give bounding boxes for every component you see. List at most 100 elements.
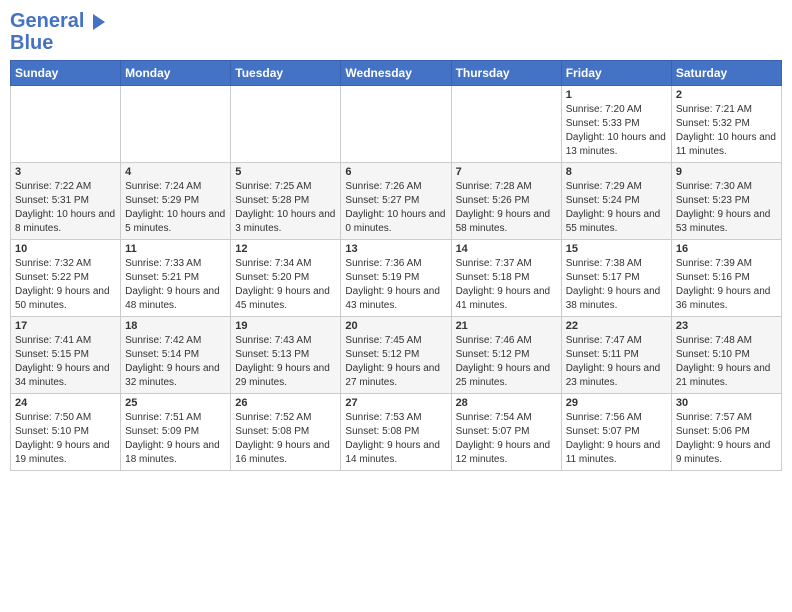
- day-info: Sunrise: 7:34 AM Sunset: 5:20 PM Dayligh…: [235, 257, 336, 313]
- calendar-cell: 2 Sunrise: 7:21 AM Sunset: 5:32 PM Daylig…: [671, 86, 781, 163]
- day-number: 20: [345, 320, 446, 332]
- day-number: 3: [15, 166, 116, 178]
- calendar-cell: 22 Sunrise: 7:47 AM Sunset: 5:11 PM Dayli…: [561, 317, 671, 394]
- calendar-cell: 28 Sunrise: 7:54 AM Sunset: 5:07 PM Dayli…: [451, 394, 561, 471]
- logo-blue: Blue: [10, 32, 105, 54]
- day-info: Sunrise: 7:52 AM Sunset: 5:08 PM Dayligh…: [235, 411, 336, 467]
- calendar-cell: 15 Sunrise: 7:38 AM Sunset: 5:17 PM Dayli…: [561, 240, 671, 317]
- day-info: Sunrise: 7:54 AM Sunset: 5:07 PM Dayligh…: [456, 411, 557, 467]
- calendar-cell: [341, 86, 451, 163]
- day-number: 12: [235, 243, 336, 255]
- day-info: Sunrise: 7:50 AM Sunset: 5:10 PM Dayligh…: [15, 411, 116, 467]
- day-info: Sunrise: 7:46 AM Sunset: 5:12 PM Dayligh…: [456, 334, 557, 390]
- day-info: Sunrise: 7:21 AM Sunset: 5:32 PM Dayligh…: [676, 103, 777, 159]
- calendar-cell: 5Sunrise: 7:25 AM Sunset: 5:28 PM Daylig…: [231, 163, 341, 240]
- day-info: Sunrise: 7:47 AM Sunset: 5:11 PM Dayligh…: [566, 334, 667, 390]
- calendar-body: 1 Sunrise: 7:20 AM Sunset: 5:33 PM Daylig…: [11, 86, 782, 471]
- calendar-cell: 17 Sunrise: 7:41 AM Sunset: 5:15 PM Dayli…: [11, 317, 121, 394]
- day-number: 6: [345, 166, 446, 178]
- day-number: 22: [566, 320, 667, 332]
- calendar-cell: 29 Sunrise: 7:56 AM Sunset: 5:07 PM Dayli…: [561, 394, 671, 471]
- calendar-week-3: 10 Sunrise: 7:32 AM Sunset: 5:22 PM Dayli…: [11, 240, 782, 317]
- day-number: 17: [15, 320, 116, 332]
- day-info: Sunrise: 7:20 AM Sunset: 5:33 PM Dayligh…: [566, 103, 667, 159]
- weekday-header-thursday: Thursday: [451, 61, 561, 86]
- calendar-cell: [451, 86, 561, 163]
- day-number: 27: [345, 397, 446, 409]
- day-number: 15: [566, 243, 667, 255]
- calendar-cell: [11, 86, 121, 163]
- calendar-cell: 6Sunrise: 7:26 AM Sunset: 5:27 PM Daylig…: [341, 163, 451, 240]
- calendar-cell: 7 Sunrise: 7:28 AM Sunset: 5:26 PM Daylig…: [451, 163, 561, 240]
- calendar-cell: 23 Sunrise: 7:48 AM Sunset: 5:10 PM Dayli…: [671, 317, 781, 394]
- calendar-cell: 30Sunrise: 7:57 AM Sunset: 5:06 PM Dayli…: [671, 394, 781, 471]
- calendar-week-2: 3 Sunrise: 7:22 AM Sunset: 5:31 PM Daylig…: [11, 163, 782, 240]
- day-info: Sunrise: 7:24 AM Sunset: 5:29 PM Dayligh…: [125, 180, 226, 236]
- day-info: Sunrise: 7:25 AM Sunset: 5:28 PM Dayligh…: [235, 180, 336, 236]
- day-info: Sunrise: 7:43 AM Sunset: 5:13 PM Dayligh…: [235, 334, 336, 390]
- calendar-cell: 19 Sunrise: 7:43 AM Sunset: 5:13 PM Dayli…: [231, 317, 341, 394]
- day-number: 10: [15, 243, 116, 255]
- calendar-cell: 1 Sunrise: 7:20 AM Sunset: 5:33 PM Daylig…: [561, 86, 671, 163]
- day-number: 23: [676, 320, 777, 332]
- calendar-cell: 16 Sunrise: 7:39 AM Sunset: 5:16 PM Dayli…: [671, 240, 781, 317]
- logo-arrow-icon: [93, 14, 105, 30]
- day-info: Sunrise: 7:48 AM Sunset: 5:10 PM Dayligh…: [676, 334, 777, 390]
- day-number: 26: [235, 397, 336, 409]
- calendar-cell: 25Sunrise: 7:51 AM Sunset: 5:09 PM Dayli…: [121, 394, 231, 471]
- calendar-cell: 27Sunrise: 7:53 AM Sunset: 5:08 PM Dayli…: [341, 394, 451, 471]
- weekday-header-tuesday: Tuesday: [231, 61, 341, 86]
- day-info: Sunrise: 7:30 AM Sunset: 5:23 PM Dayligh…: [676, 180, 777, 236]
- calendar-cell: 3 Sunrise: 7:22 AM Sunset: 5:31 PM Daylig…: [11, 163, 121, 240]
- day-number: 19: [235, 320, 336, 332]
- day-number: 1: [566, 89, 667, 101]
- day-number: 4: [125, 166, 226, 178]
- calendar-header: SundayMondayTuesdayWednesdayThursdayFrid…: [11, 61, 782, 86]
- calendar-cell: 18 Sunrise: 7:42 AM Sunset: 5:14 PM Dayli…: [121, 317, 231, 394]
- day-number: 29: [566, 397, 667, 409]
- day-info: Sunrise: 7:29 AM Sunset: 5:24 PM Dayligh…: [566, 180, 667, 236]
- calendar-cell: 10 Sunrise: 7:32 AM Sunset: 5:22 PM Dayli…: [11, 240, 121, 317]
- day-info: Sunrise: 7:32 AM Sunset: 5:22 PM Dayligh…: [15, 257, 116, 313]
- day-info: Sunrise: 7:36 AM Sunset: 5:19 PM Dayligh…: [345, 257, 446, 313]
- day-info: Sunrise: 7:45 AM Sunset: 5:12 PM Dayligh…: [345, 334, 446, 390]
- day-number: 16: [676, 243, 777, 255]
- day-number: 2: [676, 89, 777, 101]
- day-number: 24: [15, 397, 116, 409]
- day-number: 28: [456, 397, 557, 409]
- weekday-header-saturday: Saturday: [671, 61, 781, 86]
- calendar-week-5: 24 Sunrise: 7:50 AM Sunset: 5:10 PM Dayli…: [11, 394, 782, 471]
- calendar-cell: [231, 86, 341, 163]
- page-header: General Blue: [10, 10, 782, 54]
- calendar-cell: 26 Sunrise: 7:52 AM Sunset: 5:08 PM Dayli…: [231, 394, 341, 471]
- calendar-cell: 14Sunrise: 7:37 AM Sunset: 5:18 PM Dayli…: [451, 240, 561, 317]
- calendar-cell: 13Sunrise: 7:36 AM Sunset: 5:19 PM Dayli…: [341, 240, 451, 317]
- logo-text: General: [10, 10, 105, 32]
- calendar-table: SundayMondayTuesdayWednesdayThursdayFrid…: [10, 60, 782, 471]
- day-number: 14: [456, 243, 557, 255]
- day-info: Sunrise: 7:22 AM Sunset: 5:31 PM Dayligh…: [15, 180, 116, 236]
- day-info: Sunrise: 7:38 AM Sunset: 5:17 PM Dayligh…: [566, 257, 667, 313]
- weekday-header-friday: Friday: [561, 61, 671, 86]
- calendar-week-4: 17 Sunrise: 7:41 AM Sunset: 5:15 PM Dayli…: [11, 317, 782, 394]
- calendar-cell: 9 Sunrise: 7:30 AM Sunset: 5:23 PM Daylig…: [671, 163, 781, 240]
- weekday-header-wednesday: Wednesday: [341, 61, 451, 86]
- calendar-cell: 12 Sunrise: 7:34 AM Sunset: 5:20 PM Dayli…: [231, 240, 341, 317]
- day-info: Sunrise: 7:57 AM Sunset: 5:06 PM Dayligh…: [676, 411, 777, 467]
- day-info: Sunrise: 7:41 AM Sunset: 5:15 PM Dayligh…: [15, 334, 116, 390]
- day-info: Sunrise: 7:39 AM Sunset: 5:16 PM Dayligh…: [676, 257, 777, 313]
- day-number: 7: [456, 166, 557, 178]
- day-info: Sunrise: 7:51 AM Sunset: 5:09 PM Dayligh…: [125, 411, 226, 467]
- day-number: 18: [125, 320, 226, 332]
- day-number: 9: [676, 166, 777, 178]
- weekday-header-row: SundayMondayTuesdayWednesdayThursdayFrid…: [11, 61, 782, 86]
- calendar-week-1: 1 Sunrise: 7:20 AM Sunset: 5:33 PM Daylig…: [11, 86, 782, 163]
- weekday-header-sunday: Sunday: [11, 61, 121, 86]
- calendar-cell: 8Sunrise: 7:29 AM Sunset: 5:24 PM Daylig…: [561, 163, 671, 240]
- day-info: Sunrise: 7:28 AM Sunset: 5:26 PM Dayligh…: [456, 180, 557, 236]
- calendar-cell: 11Sunrise: 7:33 AM Sunset: 5:21 PM Dayli…: [121, 240, 231, 317]
- calendar-cell: 21Sunrise: 7:46 AM Sunset: 5:12 PM Dayli…: [451, 317, 561, 394]
- day-info: Sunrise: 7:56 AM Sunset: 5:07 PM Dayligh…: [566, 411, 667, 467]
- day-info: Sunrise: 7:42 AM Sunset: 5:14 PM Dayligh…: [125, 334, 226, 390]
- logo-general: General: [10, 10, 84, 32]
